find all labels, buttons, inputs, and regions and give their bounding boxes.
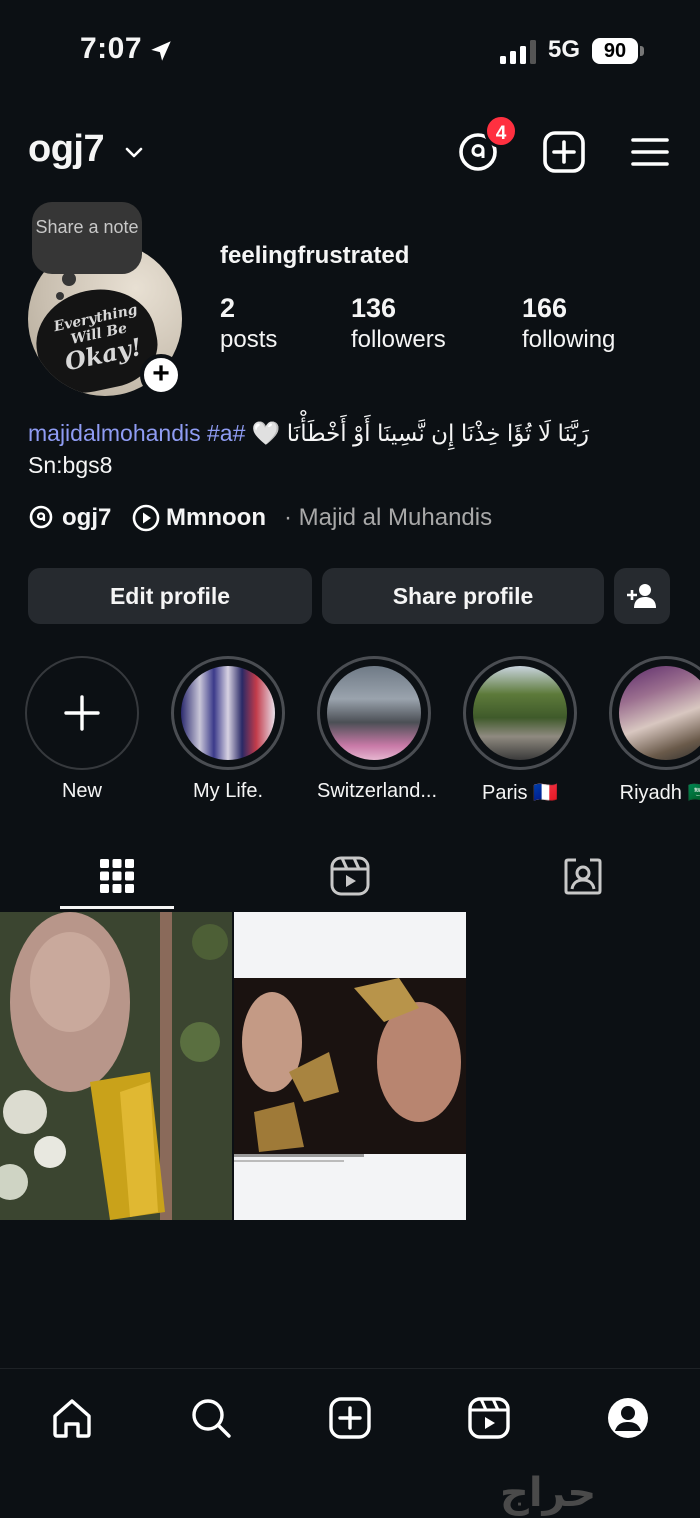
highlight-cover-image [327, 666, 421, 760]
nav-create[interactable] [325, 1393, 375, 1443]
nav-profile[interactable] [603, 1393, 653, 1443]
new-highlight-circle [25, 656, 139, 770]
highlight-switzerland[interactable]: Switzerland... [317, 656, 438, 803]
add-story-button[interactable]: + [140, 354, 182, 396]
highlight-cover-image [181, 666, 275, 760]
music-artist: · Majid al Muhandis [284, 504, 493, 531]
battery-tip [640, 46, 644, 56]
posts-count[interactable]: 2 posts [220, 292, 277, 356]
note-bubble-tail [62, 272, 76, 286]
tab-reels[interactable] [233, 840, 466, 912]
highlight-label: New [61, 780, 102, 802]
highlight-label: Switzerland... [317, 780, 438, 802]
home-icon [53, 1399, 91, 1438]
nav-reels[interactable] [464, 1393, 514, 1443]
highlight-cover-image [473, 666, 567, 760]
add-person-icon [627, 584, 656, 608]
highlight-my-life[interactable]: My Life. [171, 656, 285, 803]
tagged-icon [564, 858, 601, 895]
discover-people-button[interactable] [614, 568, 670, 624]
status-bar: 7:07 5G 90 [0, 0, 700, 100]
nav-home[interactable] [47, 1393, 97, 1443]
cellular-signal-icon [500, 40, 536, 64]
bio-line-1: majidalmohandis #a# 🤍 رَبَّنَا لَا تُؤَا… [28, 418, 668, 448]
bio-hashtag-link[interactable]: majidalmohandis #a# [28, 420, 245, 446]
edit-profile-button[interactable]: Edit profile [28, 568, 312, 624]
tab-tagged[interactable] [466, 840, 699, 912]
create-icon [329, 1397, 371, 1439]
story-highlights: New My Life. Switzerland... Paris 🇫🇷 Riy… [0, 656, 700, 816]
profile-links-row: ogj7 Mmnoon · Majid al Muhandis [28, 502, 688, 534]
menu-icon[interactable] [630, 132, 670, 172]
highlight-riyadh[interactable]: Riyadh 🇸🇦 [609, 656, 700, 805]
reels-icon [330, 856, 369, 896]
post-thumbnail-image [0, 912, 232, 1220]
followers-count[interactable]: 136 followers [351, 292, 446, 356]
network-type: 5G [548, 36, 581, 63]
display-name: feelingfrustrated [220, 242, 410, 269]
profile-header: ogj7 4 [0, 114, 700, 184]
threads-small-icon[interactable] [28, 504, 54, 530]
create-post-icon[interactable] [542, 130, 586, 174]
grid-post-2[interactable] [234, 912, 466, 1220]
watermark-logo: حراج [500, 1471, 597, 1515]
battery-level: 90 [592, 38, 638, 64]
highlight-label: Paris 🇫🇷 [481, 782, 559, 804]
status-time: 7:07 [80, 32, 143, 65]
music-title[interactable]: Mmnoon [166, 502, 266, 534]
highlight-paris[interactable]: Paris 🇫🇷 [463, 656, 577, 805]
username-switcher[interactable]: ogj7 [28, 128, 105, 171]
highlight-label: My Life. [192, 780, 264, 802]
note-bubble-tail-small [56, 292, 64, 300]
highlight-label: Riyadh 🇸🇦 [619, 782, 700, 804]
highlight-cover-image [619, 666, 700, 760]
nav-search[interactable] [186, 1393, 236, 1443]
bio-heart: 🤍 [251, 420, 281, 446]
profile-icon [608, 1398, 648, 1438]
grid-icon [99, 859, 134, 893]
active-tab-indicator [60, 906, 174, 909]
play-icon [132, 504, 160, 532]
tab-posts-grid[interactable] [0, 840, 233, 912]
post-thumbnail-image [234, 912, 466, 1220]
highlight-new[interactable]: New [25, 656, 139, 803]
location-arrow-icon [151, 41, 171, 61]
threads-notification-badge: 4 [484, 114, 518, 148]
share-note-bubble[interactable]: Share a note [32, 202, 142, 274]
reels-icon [468, 1397, 510, 1439]
chevron-down-icon[interactable] [122, 140, 146, 164]
plus-icon [64, 695, 100, 731]
bio-arabic-text: رَبَّنَا لَا تُؤَا خِذْنَا إِن نَّسِينَا… [286, 420, 589, 446]
bio-line-2: Sn:bgs8 [28, 452, 113, 478]
search-icon [192, 1399, 231, 1438]
threads-username-link[interactable]: ogj7 [62, 502, 111, 534]
profile-content-tabs [0, 840, 700, 912]
share-profile-button[interactable]: Share profile [322, 568, 604, 624]
following-count[interactable]: 166 following [522, 292, 615, 356]
grid-post-1[interactable] [0, 912, 232, 1220]
